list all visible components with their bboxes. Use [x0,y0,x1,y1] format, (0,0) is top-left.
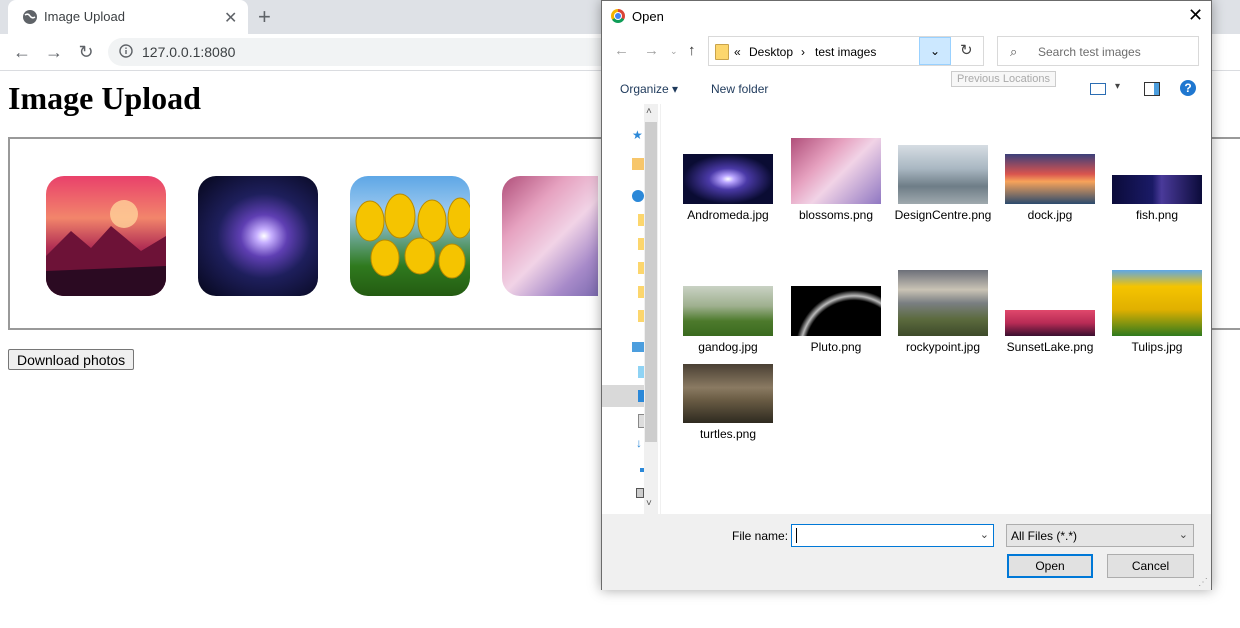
file-name-input[interactable]: ⌄ [791,524,994,547]
chevron-down-icon[interactable]: ▾ [1115,81,1120,92]
file-name: SunsetLake.png [1006,340,1094,354]
organize-menu[interactable]: Organize ▾ [620,82,678,96]
forward-icon[interactable]: → [644,42,659,59]
file-item[interactable]: Tulips.jpg [1106,270,1208,355]
file-name: blossoms.png [798,208,874,222]
file-item[interactable]: Pluto.png [785,286,887,355]
file-thumbnail [683,364,773,423]
quick-access-icon[interactable]: ★ [632,128,644,142]
navigation-pane[interactable]: ★ ↓ ˄ ˅ [602,104,660,514]
url-text: 127.0.0.1:8080 [142,44,236,60]
file-item[interactable]: DesignCentre.png [892,145,994,223]
file-name: dock.jpg [1027,208,1073,222]
file-thumbnail [1005,310,1095,336]
file-thumbnail [898,145,988,204]
breadcrumb-overflow[interactable]: « [734,45,741,59]
refresh-icon[interactable]: ↻ [960,41,973,59]
creative-cloud-icon[interactable] [632,158,644,170]
file-thumbnail [683,154,773,204]
gallery-photo [502,176,598,296]
tab-close-icon[interactable]: ✕ [224,8,237,28]
file-type-value: All Files (*.*) [1011,529,1078,543]
up-icon[interactable]: ↑ [688,42,696,59]
file-item[interactable]: blossoms.png [785,138,887,223]
chevron-down-icon[interactable]: ⌄ [980,528,989,541]
close-icon[interactable]: ✕ [1188,5,1203,26]
nav-scrollbar-thumb[interactable] [645,122,657,442]
browser-tab[interactable]: Image Upload ✕ [8,0,248,34]
file-item[interactable]: dock.jpg [999,154,1101,223]
search-placeholder: Search test images [1038,45,1141,59]
gallery-photo [350,176,470,296]
recent-locations-icon[interactable]: ⌄ [670,46,678,57]
text-caret [796,528,797,543]
file-list[interactable]: Andromeda.jpg blossoms.png DesignCentre.… [661,104,1211,514]
tooltip: Previous Locations [951,71,1056,87]
file-item[interactable]: Andromeda.jpg [677,154,779,223]
pictures-icon[interactable] [636,488,644,498]
organize-label: Organize [620,82,669,96]
preview-pane-icon[interactable] [1144,82,1160,96]
file-name: Andromeda.jpg [687,208,769,222]
tab-title: Image Upload [44,9,125,24]
forward-icon[interactable]: → [42,40,66,64]
file-thumbnail [898,270,988,336]
cancel-button[interactable]: Cancel [1107,554,1194,578]
file-name: DesignCentre.png [894,208,992,222]
folder-icon [715,44,729,60]
search-input[interactable]: ⌕ Search test images [997,36,1199,66]
file-name: Pluto.png [810,340,862,354]
file-name: fish.png [1135,208,1179,222]
resize-grip-icon[interactable]: ⋰ [1198,577,1208,588]
file-type-select[interactable]: All Files (*.*) ⌄ [1006,524,1194,547]
gallery-photo [198,176,318,296]
file-item[interactable]: SunsetLake.png [999,310,1101,355]
address-bar[interactable]: 127.0.0.1:8080 [108,38,668,66]
site-info-icon[interactable] [119,44,133,58]
file-thumbnail [791,286,881,336]
file-name: gandog.jpg [698,340,758,354]
file-name: rockypoint.jpg [905,340,981,354]
file-item[interactable]: fish.png [1106,175,1208,223]
chrome-icon [611,9,625,23]
file-name: Tulips.jpg [1131,340,1183,354]
file-name: turtles.png [699,427,757,441]
open-button[interactable]: Open [1007,554,1093,578]
gallery-photo [46,176,166,296]
help-icon[interactable]: ? [1180,80,1196,96]
this-pc-icon[interactable] [632,342,644,352]
chevron-down-icon[interactable]: ⌄ [1179,528,1188,541]
new-folder-button[interactable]: New folder [711,82,768,96]
open-file-dialog: Open ✕ ← → ⌄ ↑ « Desktop › test images ⌄… [601,0,1212,590]
previous-locations-button[interactable]: ⌄ [919,37,951,65]
download-photos-button[interactable]: Download photos [8,349,135,370]
scroll-up-icon[interactable]: ˄ [646,106,652,117]
new-tab-button[interactable]: + [258,4,271,30]
file-item[interactable]: rockypoint.jpg [892,270,994,355]
dialog-titlebar: Open ✕ [602,1,1211,32]
file-thumbnail [791,138,881,204]
view-icon[interactable] [1090,83,1106,95]
search-icon: ⌕ [1010,44,1018,59]
scroll-down-icon[interactable]: ˅ [646,498,652,509]
reload-icon[interactable]: ↻ [74,40,98,64]
file-item[interactable]: turtles.png [677,364,779,442]
chevron-right-icon: › [801,45,805,59]
page-title: Image Upload [8,80,201,116]
file-thumbnail [1112,175,1202,204]
globe-icon [22,9,38,30]
file-thumbnail [1005,154,1095,204]
file-thumbnail [683,286,773,336]
breadcrumb-item-desktop[interactable]: Desktop [749,45,793,59]
file-item[interactable]: gandog.jpg [677,286,779,355]
back-icon[interactable]: ← [614,42,629,59]
file-name-label: File name: [732,529,789,543]
dialog-title: Open [632,9,664,24]
onedrive-icon[interactable] [632,190,644,202]
back-icon[interactable]: ← [10,40,34,64]
breadcrumb-item-test-images[interactable]: test images [815,45,876,59]
file-thumbnail [1112,270,1202,336]
